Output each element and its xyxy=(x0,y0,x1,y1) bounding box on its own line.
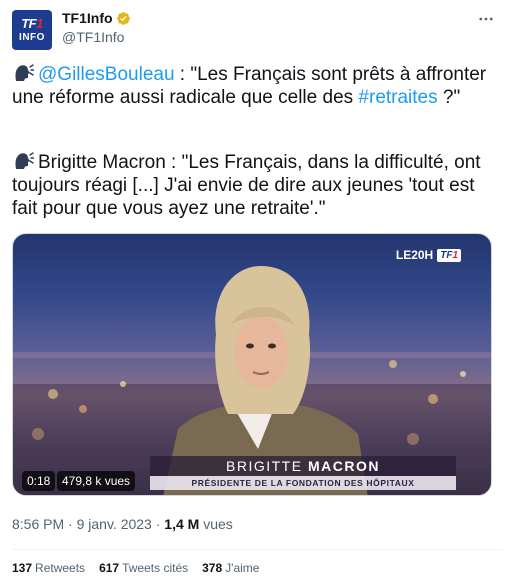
author-avatar[interactable]: TF1 INFO xyxy=(12,10,52,50)
author-name-row[interactable]: TF1Info xyxy=(62,10,131,26)
tweet-date[interactable]: 9 janv. 2023 xyxy=(77,516,152,532)
retweets-stat[interactable]: 137 Retweets xyxy=(12,561,85,575)
likes-stat[interactable]: 378 J'aime xyxy=(202,561,259,575)
channel-logo: LE20H TF1 xyxy=(396,248,461,262)
more-options-icon[interactable] xyxy=(476,9,496,29)
tweet-text-paragraph-1: @GillesBouleau : "Les Français sont prêt… xyxy=(12,64,487,108)
divider xyxy=(12,549,502,550)
video-views-badge: 479,8 k vues xyxy=(57,471,136,491)
engagement-stats: 137 Retweets 617 Tweets cités 378 J'aime xyxy=(12,561,259,575)
tweet-meta: 8:56 PM · 9 janv. 2023 · 1,4 M vues xyxy=(12,516,233,532)
author-handle[interactable]: @TF1Info xyxy=(62,29,124,45)
video-player[interactable]: LE20H TF1 BRIGITTE MACRON PRÉSIDENTE DE … xyxy=(12,233,492,496)
video-lower-third: BRIGITTE MACRON PRÉSIDENTE DE LA FONDATI… xyxy=(150,456,456,490)
tweet-text-paragraph-2: Brigitte Macron : "Les Français, dans la… xyxy=(12,152,481,219)
speaking-head-icon xyxy=(15,64,34,81)
hashtag-link[interactable]: #retraites xyxy=(358,87,437,108)
author-display-name[interactable]: TF1Info xyxy=(62,10,113,26)
verified-badge-icon xyxy=(116,11,130,25)
views-count: 1,4 M xyxy=(164,516,200,532)
quote-tweets-stat[interactable]: 617 Tweets cités xyxy=(99,561,188,575)
tweet-card: TF1 INFO TF1Info @TF1Info @GillesBouleau… xyxy=(0,0,516,588)
video-duration-badge: 0:18 xyxy=(22,471,56,491)
speaking-head-icon xyxy=(15,152,34,169)
mention-link[interactable]: @GillesBouleau xyxy=(38,64,175,85)
tweet-time[interactable]: 8:56 PM xyxy=(12,516,64,532)
